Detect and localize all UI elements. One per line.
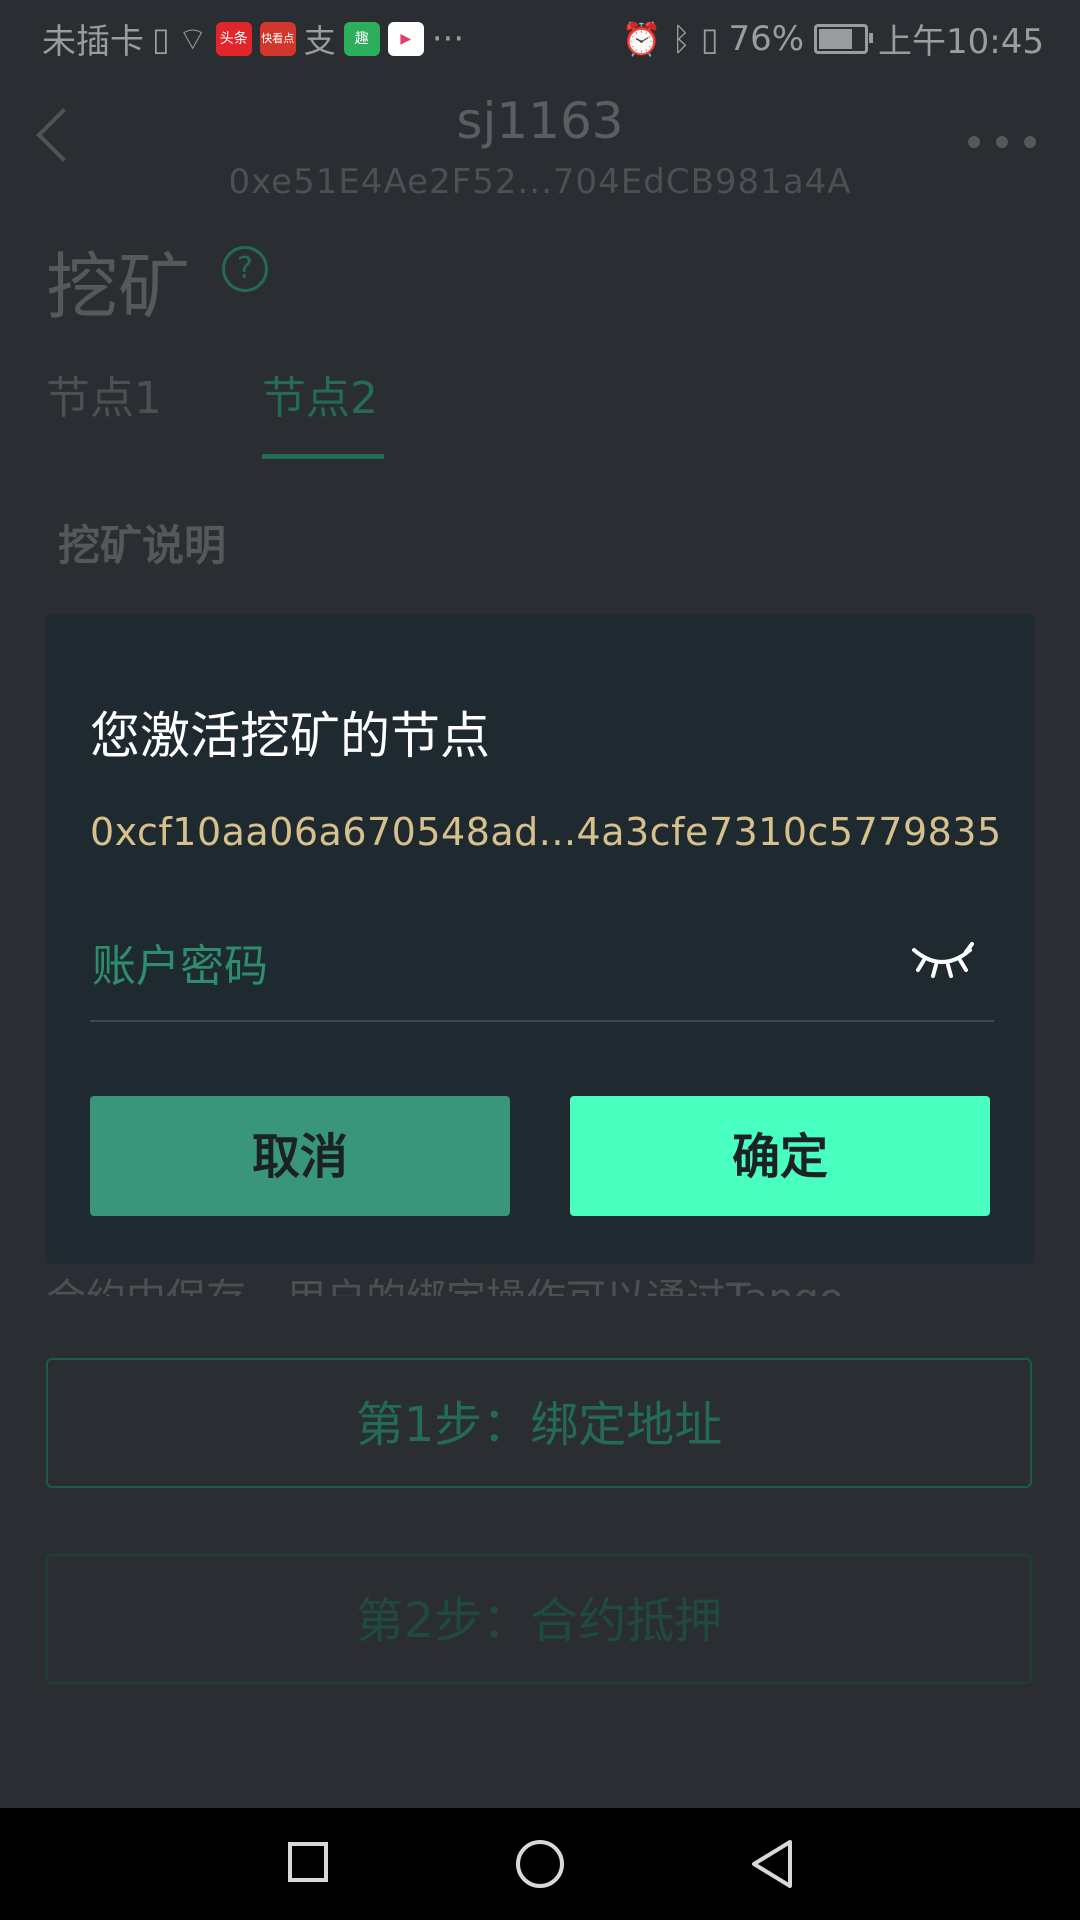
alarm-icon: ⏰ <box>621 19 662 58</box>
wallet-address: 0xe51E4Ae2F52...704EdCB981a4A <box>228 162 852 202</box>
wallet-name: sj1163 <box>456 92 624 150</box>
battery-percent: 76% <box>728 18 805 59</box>
help-icon[interactable]: ? <box>222 246 268 292</box>
kuaikandian-app-icon: 快看点 <box>259 21 296 56</box>
vibrate-icon: ▯ <box>700 19 719 58</box>
cancel-button[interactable]: 取消 <box>90 1096 510 1216</box>
node-address: 0xcf10aa06a670548ad...4a3cfe7310c5779835 <box>90 810 1002 854</box>
status-bar: 未插卡 ▯ ⌔ 头条 快看点 支 趣 ▶ ··· ⏰ ᛒ ▯ 76% 上午10:… <box>0 0 1080 76</box>
alipay-icon: 支 <box>303 21 336 60</box>
recents-icon[interactable] <box>288 1842 328 1882</box>
confirm-button[interactable]: 确定 <box>570 1096 990 1216</box>
more-notifications-icon: ··· <box>431 18 465 59</box>
section-title: 挖矿说明 <box>58 521 227 570</box>
qu-app-icon: 趣 <box>343 21 380 56</box>
sim-alert-icon: ▯ <box>152 19 170 58</box>
more-menu-icon[interactable] <box>968 136 1036 148</box>
active-tab-indicator <box>262 454 384 459</box>
tab-node-1[interactable]: 节点1 <box>46 362 162 426</box>
nav-back-icon[interactable] <box>746 1838 798 1890</box>
dialog-title: 您激活挖矿的节点 <box>90 707 490 765</box>
clock: 上午10:45 <box>878 22 1044 62</box>
page-title: 挖矿 <box>46 245 191 329</box>
system-navigation-bar <box>0 1808 1080 1920</box>
video-app-icon: ▶ <box>387 21 424 56</box>
activate-node-dialog: 您激活挖矿的节点 0xcf10aa06a670548ad...4a3cfe731… <box>46 614 1034 1264</box>
step2-contract-stake-button[interactable]: 第2步：合约抵押 <box>46 1554 1032 1684</box>
toutiao-app-icon: 头条 <box>215 21 252 56</box>
eye-closed-icon[interactable] <box>910 940 974 980</box>
home-icon[interactable] <box>516 1840 564 1888</box>
password-field <box>90 910 994 1022</box>
bluetooth-icon: ᛒ <box>671 19 691 58</box>
battery-icon <box>814 23 874 54</box>
wifi-icon: ⌔ <box>177 19 208 58</box>
tab-node-2[interactable]: 节点2 <box>262 362 378 426</box>
password-input[interactable] <box>90 930 874 1002</box>
battery-fill <box>819 28 853 49</box>
carrier-text: 未插卡 <box>42 22 144 62</box>
mining-description-text: 合约中保存，用户的绑定操作可以通过Tango <box>46 1266 1026 1296</box>
step1-bind-address-button[interactable]: 第1步：绑定地址 <box>46 1358 1032 1488</box>
